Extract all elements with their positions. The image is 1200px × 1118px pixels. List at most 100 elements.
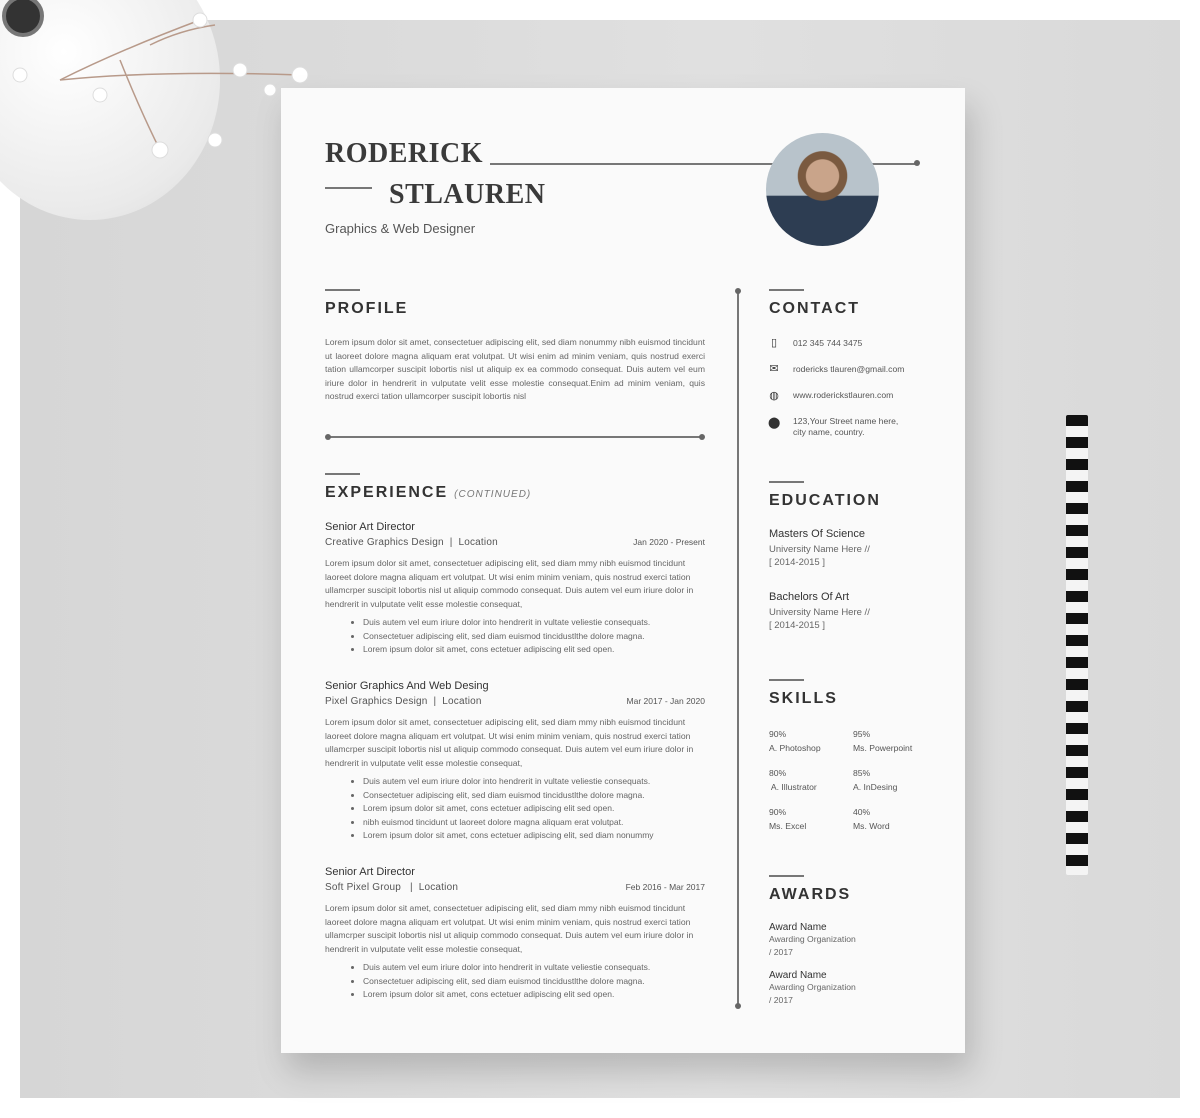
profile-heading: PROFILE bbox=[325, 300, 409, 317]
award-org: Awarding Organization bbox=[769, 934, 856, 944]
location-pin-icon: ⬤ bbox=[768, 417, 781, 429]
education-item: Masters Of Science University Name Here … bbox=[769, 528, 870, 569]
job-dates: Jan 2020 - Present bbox=[633, 537, 705, 547]
bullet-item: nibh euismod tincidunt ut laoreet dolore… bbox=[363, 816, 705, 829]
award-year: / 2017 bbox=[769, 995, 793, 1005]
section-rule bbox=[325, 473, 360, 475]
award-year: / 2017 bbox=[769, 947, 793, 957]
years: [ 2014-2015 ] bbox=[769, 557, 825, 568]
experience-item: Senior Art Director Creative Graphics De… bbox=[325, 521, 705, 657]
degree: Masters Of Science bbox=[769, 528, 865, 540]
job-company: Creative Graphics Design | Location bbox=[325, 537, 498, 548]
bullet-item: Lorem ipsum dolor sit amet, cons ectetue… bbox=[363, 988, 705, 1001]
education-item: Bachelors Of Art University Name Here //… bbox=[769, 591, 870, 632]
degree: Bachelors Of Art bbox=[769, 591, 850, 603]
bullet-item: Consectetuer adipiscing elit, sed diam e… bbox=[363, 975, 705, 988]
section-rule bbox=[325, 289, 360, 291]
phone-icon: ▯ bbox=[770, 337, 778, 349]
skill-item: 85% A. InDesing bbox=[853, 766, 897, 794]
skill-name: Ms. Powerpoint bbox=[853, 743, 913, 753]
column-divider bbox=[737, 291, 739, 1006]
first-name: RODERICK bbox=[325, 138, 484, 169]
address-line: city name, country. bbox=[793, 427, 865, 437]
line-dot bbox=[914, 160, 920, 166]
skill-percent: 85% bbox=[853, 768, 871, 778]
contact-address: 123,Your Street name here, city name, cou… bbox=[793, 416, 898, 438]
award-name: Award Name bbox=[769, 970, 827, 981]
job-role: Senior Art Director bbox=[325, 866, 415, 878]
skill-name: Ms. Word bbox=[853, 821, 890, 831]
skill-item: 90% Ms. Excel bbox=[769, 805, 806, 833]
skill-name: A. Illustrator bbox=[769, 782, 817, 792]
school: University Name Here // bbox=[769, 607, 870, 618]
pencil-decoration bbox=[1066, 415, 1088, 875]
skill-percent: 90% bbox=[769, 729, 787, 739]
job-title: Graphics & Web Designer bbox=[325, 221, 476, 236]
job-description: Lorem ipsum dolor sit amet, consectetuer… bbox=[325, 558, 694, 609]
job-company: Soft Pixel Group | Location bbox=[325, 882, 459, 893]
skill-percent: 40% bbox=[853, 807, 871, 817]
bullet-item: Lorem ipsum dolor sit amet, cons ectetue… bbox=[363, 802, 705, 815]
contact-website[interactable]: www.roderickstlauren.com bbox=[793, 390, 893, 401]
mail-icon: ✉ bbox=[769, 363, 779, 375]
skills-heading: SKILLS bbox=[769, 690, 838, 707]
bullet-item: Duis autem vel eum iriure dolor into hen… bbox=[363, 616, 705, 629]
bullet-item: Duis autem vel eum iriure dolor into hen… bbox=[363, 775, 705, 788]
years: [ 2014-2015 ] bbox=[769, 620, 825, 631]
job-description: Lorem ipsum dolor sit amet, consectetuer… bbox=[325, 903, 694, 954]
job-company: Pixel Graphics Design | Location bbox=[325, 696, 482, 707]
bullet-item: Duis autem vel eum iriure dolor into hen… bbox=[363, 961, 705, 974]
profile-text: Lorem ipsum dolor sit amet, consectetuer… bbox=[325, 337, 705, 402]
section-rule bbox=[769, 289, 804, 291]
experience-heading: EXPERIENCE (CONTINUED) bbox=[325, 484, 531, 502]
address-line: 123,Your Street name here, bbox=[793, 416, 899, 426]
last-name: STLAUREN bbox=[389, 179, 546, 210]
continued-label: (CONTINUED) bbox=[454, 489, 532, 500]
experience-item: Senior Graphics And Web Desing Pixel Gra… bbox=[325, 680, 705, 842]
contact-heading: CONTACT bbox=[769, 300, 861, 317]
award-item: Award Name Awarding Organization / 2017 bbox=[769, 970, 856, 1007]
skill-percent: 95% bbox=[853, 729, 871, 739]
line-dot bbox=[734, 1003, 741, 1009]
job-dates: Feb 2016 - Mar 2017 bbox=[625, 882, 705, 892]
section-rule bbox=[769, 679, 804, 681]
skill-percent: 80% bbox=[769, 768, 787, 778]
profile-divider bbox=[328, 436, 702, 438]
globe-icon: ◍ bbox=[769, 390, 779, 402]
skill-item: 80% A. Illustrator bbox=[769, 766, 817, 794]
skill-name: Ms. Excel bbox=[769, 821, 807, 831]
award-item: Award Name Awarding Organization / 2017 bbox=[769, 922, 856, 959]
line-dot bbox=[734, 288, 741, 294]
bullet-item: Consectetuer adipiscing elit, sed diam e… bbox=[363, 630, 705, 643]
job-bullets: Duis autem vel eum iriure dolor into hen… bbox=[325, 775, 705, 842]
contact-phone: 012 345 744 3475 bbox=[793, 338, 863, 348]
section-rule bbox=[769, 875, 804, 877]
job-bullets: Duis autem vel eum iriure dolor into hen… bbox=[325, 616, 705, 656]
name-divider bbox=[325, 187, 372, 189]
bullet-item: Lorem ipsum dolor sit amet, cons ectetue… bbox=[363, 829, 705, 842]
experience-title: EXPERIENCE bbox=[325, 484, 449, 501]
job-description: Lorem ipsum dolor sit amet, consectetuer… bbox=[325, 717, 694, 768]
awards-heading: AWARDS bbox=[769, 886, 852, 903]
job-bullets: Duis autem vel eum iriure dolor into hen… bbox=[325, 961, 705, 1001]
skill-percent: 90% bbox=[769, 807, 787, 817]
skill-name: A. Photoshop bbox=[769, 743, 821, 753]
experience-item: Senior Art Director Soft Pixel Group | L… bbox=[325, 866, 705, 1002]
skill-item: 40% Ms. Word bbox=[853, 805, 890, 833]
job-role: Senior Art Director bbox=[325, 521, 415, 533]
line-dot bbox=[699, 433, 705, 440]
line-dot bbox=[325, 433, 331, 440]
job-role: Senior Graphics And Web Desing bbox=[325, 680, 489, 692]
skill-item: 95% Ms. Powerpoint bbox=[853, 727, 912, 755]
job-dates: Mar 2017 - Jan 2020 bbox=[626, 696, 705, 706]
skill-item: 90% A. Photoshop bbox=[769, 727, 821, 755]
education-heading: EDUCATION bbox=[769, 492, 881, 509]
contact-email[interactable]: rodericks tlauren@gmail.com bbox=[793, 364, 904, 375]
award-name: Award Name bbox=[769, 922, 827, 933]
profile-photo bbox=[766, 133, 879, 246]
section-rule bbox=[769, 481, 804, 483]
skill-name: A. InDesing bbox=[853, 782, 898, 792]
school: University Name Here // bbox=[769, 544, 870, 555]
bullet-item: Lorem ipsum dolor sit amet, cons ectetue… bbox=[363, 643, 705, 656]
award-org: Awarding Organization bbox=[769, 982, 856, 992]
